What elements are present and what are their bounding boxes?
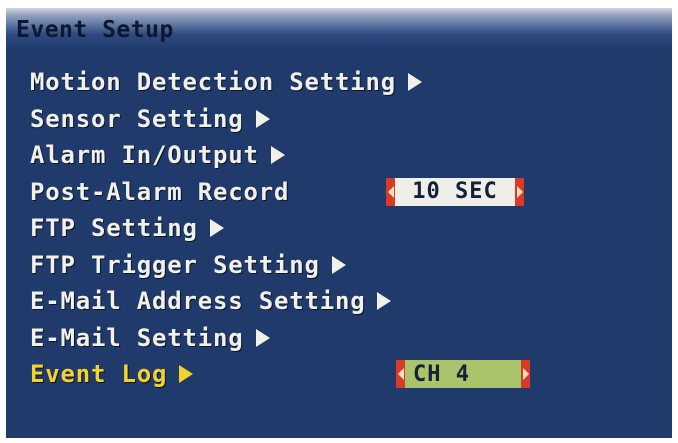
menu-item-email-setting[interactable]: E-Mail Setting	[30, 320, 422, 357]
event-setup-menu: Motion Detection Setting Sensor Setting …	[30, 64, 530, 393]
event-setup-screen: Event Setup Motion Detection Setting Sen…	[6, 8, 672, 438]
menu-item-motion-detection-setting[interactable]: Motion Detection Setting	[30, 64, 422, 101]
submenu-arrow-icon	[407, 73, 422, 92]
event-log-channel-selector[interactable]: CH 4	[396, 360, 530, 388]
title-bar: Event Setup	[6, 8, 672, 52]
submenu-arrow-icon	[331, 255, 346, 274]
increase-arrow[interactable]	[515, 177, 524, 206]
right-triangle-icon	[522, 368, 529, 380]
page-title: Event Setup	[16, 17, 174, 43]
menu-item-label: FTP Trigger Setting	[30, 250, 320, 279]
menu-item-post-alarm-record[interactable]: Post-Alarm Record 10 SEC	[30, 174, 524, 211]
submenu-arrow-icon	[179, 365, 194, 384]
submenu-arrow-icon	[209, 219, 224, 238]
menu-item-label: Event Log	[30, 360, 168, 389]
decrease-arrow[interactable]	[396, 360, 405, 388]
menu-item-label: E-Mail Setting	[30, 323, 244, 352]
menu-item-ftp-setting[interactable]: FTP Setting	[30, 210, 422, 247]
right-triangle-icon	[516, 185, 523, 198]
menu-item-label: Post-Alarm Record	[30, 177, 290, 206]
menu-item-label: E-Mail Address Setting	[30, 287, 366, 316]
left-triangle-icon	[397, 368, 404, 380]
menu-item-sensor-setting[interactable]: Sensor Setting	[30, 101, 422, 138]
event-log-channel-value: CH 4	[405, 360, 521, 388]
menu-item-alarm-in-output[interactable]: Alarm In/Output	[30, 137, 422, 174]
menu-item-label: FTP Setting	[30, 214, 198, 243]
menu-item-event-log[interactable]: Event Log CH 4	[30, 356, 530, 393]
submenu-arrow-icon	[255, 328, 270, 347]
menu-item-label: Sensor Setting	[30, 104, 244, 133]
menu-item-label: Motion Detection Setting	[30, 68, 396, 97]
post-alarm-record-value: 10 SEC	[395, 177, 515, 206]
submenu-arrow-icon	[377, 292, 392, 311]
menu-item-ftp-trigger-setting[interactable]: FTP Trigger Setting	[30, 247, 422, 284]
submenu-arrow-icon	[255, 109, 270, 128]
menu-item-label: Alarm In/Output	[30, 141, 259, 170]
decrease-arrow[interactable]	[386, 177, 395, 206]
increase-arrow[interactable]	[521, 360, 530, 388]
post-alarm-record-selector[interactable]: 10 SEC	[386, 177, 524, 206]
left-triangle-icon	[387, 185, 394, 198]
submenu-arrow-icon	[270, 146, 285, 165]
menu-item-email-address-setting[interactable]: E-Mail Address Setting	[30, 283, 422, 320]
